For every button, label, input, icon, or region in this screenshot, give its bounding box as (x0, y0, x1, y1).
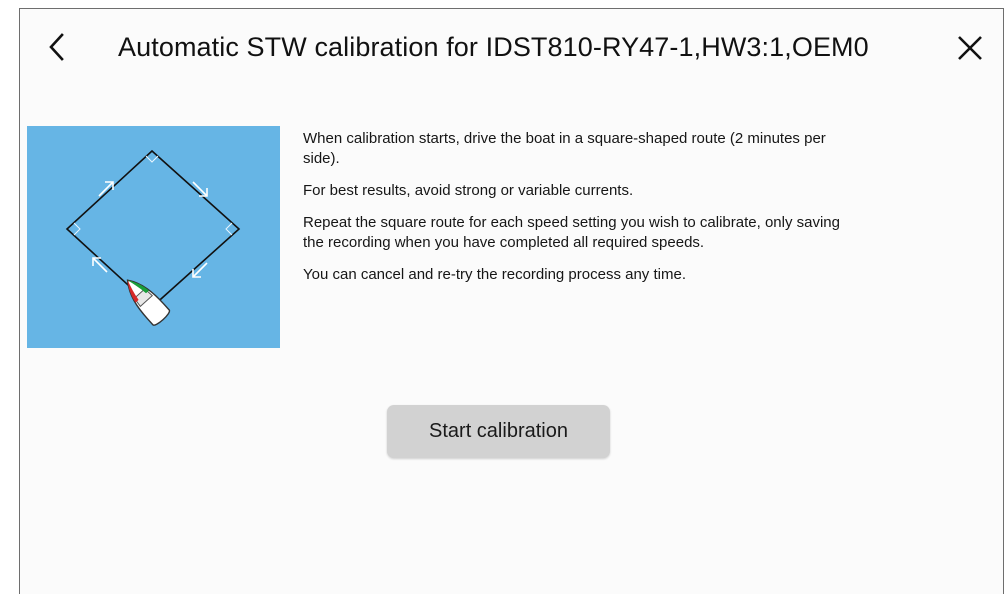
calibration-dialog: Automatic STW calibration for IDST810-RY… (19, 8, 1004, 594)
instruction-paragraph: You can cancel and re-try the recording … (303, 266, 686, 283)
square-route-illustration (27, 126, 280, 348)
direction-arrow-icon (192, 262, 208, 278)
instruction-paragraph: Repeat the square route for each speed s… (303, 214, 840, 251)
instruction-paragraph: For best results, avoid strong or variab… (303, 182, 634, 199)
close-icon (958, 36, 982, 60)
square-route-diagram (65, 149, 241, 326)
dialog-header: Automatic STW calibration for IDST810-RY… (20, 9, 1003, 83)
page-title: Automatic STW calibration for IDST810-RY… (118, 32, 869, 62)
boat-icon (126, 279, 171, 326)
instruction-paragraph: When calibration starts, drive the boat … (303, 130, 826, 167)
back-button[interactable] (40, 29, 76, 65)
close-button[interactable] (951, 29, 989, 67)
start-calibration-button[interactable]: Start calibration (387, 405, 610, 458)
instructions-text: When calibration starts, drive the boat … (303, 129, 863, 297)
chevron-left-icon (49, 33, 64, 61)
